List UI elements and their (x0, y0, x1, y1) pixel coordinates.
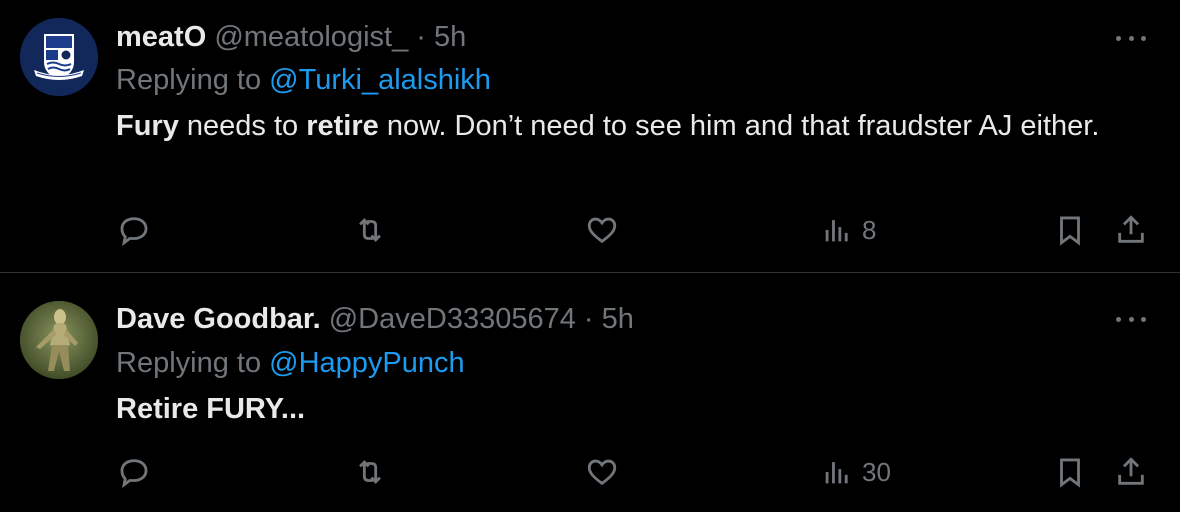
tweet[interactable]: meatO @meatologist_ · 5h Replying to @Tu… (0, 0, 1180, 273)
club-crest-icon (20, 18, 98, 96)
author-name[interactable]: meatO (116, 21, 206, 53)
reply-icon (120, 459, 148, 489)
bookmark-icon (1060, 458, 1080, 488)
text-bold: Fury (116, 110, 179, 142)
share-icon (1118, 457, 1144, 485)
bookmark-button[interactable] (1053, 210, 1087, 250)
share-button[interactable] (1114, 452, 1148, 492)
mention-link[interactable]: @HappyPunch (269, 347, 465, 379)
share-button[interactable] (1114, 210, 1148, 250)
timestamp[interactable]: 5h (434, 21, 466, 53)
like-button[interactable] (585, 210, 619, 250)
bookmark-button[interactable] (1053, 452, 1087, 492)
action-bar: 30 (0, 452, 1180, 492)
retweet-icon (359, 218, 381, 242)
views-icon (825, 220, 848, 242)
heart-icon (587, 217, 617, 244)
text-span: now. Don’t need to see him and that frau… (378, 110, 1100, 142)
tweet-text: Retire FURY... (116, 389, 1116, 429)
more-icon[interactable] (1116, 33, 1146, 43)
views-count: 8 (862, 214, 877, 245)
heart-icon (587, 459, 617, 486)
tweet-text: Fury needs to retire now. Don’t need to … (116, 106, 1116, 146)
author-handle[interactable]: @DaveD33305674 (329, 303, 576, 335)
views-button[interactable]: 30 (820, 452, 891, 492)
replying-to: Replying to @HappyPunch (116, 345, 465, 381)
text-bold: Retire FURY... (116, 393, 306, 425)
bookmark-icon (1060, 216, 1080, 246)
author-handle[interactable]: @meatologist_ (214, 21, 408, 53)
separator: · (583, 303, 594, 335)
replying-prefix: Replying to (116, 64, 262, 96)
views-icon (825, 462, 848, 484)
action-bar: 8 (0, 210, 1180, 250)
replying-prefix: Replying to (116, 347, 262, 379)
views-button[interactable]: 8 (820, 210, 876, 250)
reply-button[interactable] (117, 452, 151, 492)
text-span: needs to (178, 110, 307, 142)
avatar[interactable] (20, 301, 98, 379)
like-button[interactable] (585, 452, 619, 492)
reply-feed: meatO @meatologist_ · 5h Replying to @Tu… (0, 0, 1180, 512)
retweet-icon (359, 460, 381, 484)
share-icon (1118, 215, 1144, 243)
reply-button[interactable] (117, 210, 151, 250)
views-count: 30 (862, 456, 891, 487)
retweet-button[interactable] (353, 210, 387, 250)
more-icon[interactable] (1116, 314, 1146, 324)
tweet-header: Dave Goodbar. @DaveD33305674 · 5h (116, 301, 634, 337)
timestamp[interactable]: 5h (602, 303, 634, 335)
tweet-header: meatO @meatologist_ · 5h (116, 19, 466, 55)
avatar[interactable] (20, 18, 98, 96)
retweet-button[interactable] (353, 452, 387, 492)
mention-link[interactable]: @Turki_alalshikh (269, 64, 491, 96)
avatar-image (20, 301, 98, 379)
author-name[interactable]: Dave Goodbar. (116, 303, 321, 335)
reply-icon (120, 217, 148, 247)
text-bold: retire (306, 110, 379, 142)
separator: · (416, 21, 426, 53)
replying-to: Replying to @Turki_alalshikh (116, 62, 491, 98)
tweet[interactable]: Dave Goodbar. @DaveD33305674 · 5h Replyi… (0, 273, 1180, 512)
